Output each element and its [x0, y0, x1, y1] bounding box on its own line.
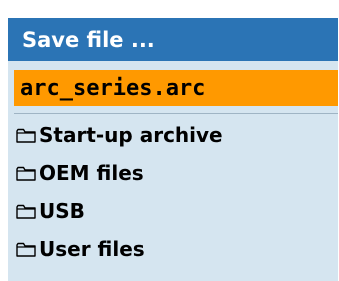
- folder-item-oem-files[interactable]: OEM files: [14, 154, 338, 192]
- folder-item-usb[interactable]: USB: [14, 192, 338, 230]
- divider: [14, 113, 338, 114]
- folder-item-label: User files: [39, 237, 145, 261]
- folder-icon: [16, 166, 36, 181]
- folder-icon: [16, 204, 36, 219]
- folder-item-startup-archive[interactable]: Start-up archive: [14, 116, 338, 154]
- folder-icon: [16, 128, 36, 143]
- dialog-title: Save file ...: [8, 18, 338, 61]
- folder-item-user-files[interactable]: User files: [14, 230, 338, 268]
- folder-list: Start-up archive OEM files USB User file…: [14, 116, 338, 268]
- folder-item-label: OEM files: [39, 161, 144, 185]
- folder-item-label: Start-up archive: [39, 123, 223, 147]
- folder-item-label: USB: [39, 199, 85, 223]
- filename-input[interactable]: arc_series.arc: [14, 70, 338, 106]
- save-file-dialog: Save file ... arc_series.arc Start-up ar…: [0, 0, 339, 281]
- folder-icon: [16, 242, 36, 257]
